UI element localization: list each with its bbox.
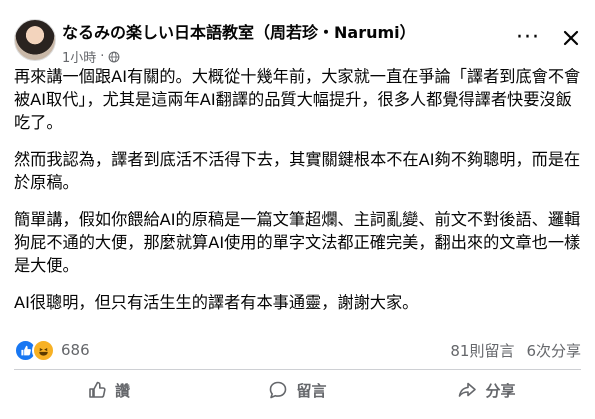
reactions-summary[interactable]: 686 bbox=[14, 338, 90, 362]
post-meta: 1小時 · bbox=[62, 47, 120, 66]
post-paragraph: 然而我認為，譯者到底活不活得下去，其實關鍵根本不在AI夠不夠聰明，而是在於原稿。 bbox=[14, 150, 581, 192]
post-paragraph: AI很聰明，但只有活生生的譯者有本事通靈，謝謝大家。 bbox=[14, 293, 419, 312]
avatar[interactable] bbox=[14, 19, 56, 61]
post-paragraph: 簡單講，假如你餵給AI的原稿是一篇文筆超爛、主詞亂變、前文不對後語、邏輯狗屁不通… bbox=[14, 210, 581, 275]
post-paragraph: 再來講一個跟AI有關的。大概從十幾年前，大家就一直在爭論「譯者到底會不會被AI取… bbox=[14, 67, 581, 132]
more-icon: ··· bbox=[516, 25, 540, 50]
comment-icon bbox=[270, 381, 287, 399]
share-label: 分享 bbox=[485, 381, 516, 400]
action-bar: 讚 留言 分享 bbox=[14, 371, 581, 409]
post-body: 再來講一個跟AI有關的。大概從十幾年前，大家就一直在爭論「譯者到底會不會被AI取… bbox=[14, 65, 584, 328]
post-header: なるみの楽しい日本語教室（周若珍・Narumi） 1小時 · ··· bbox=[14, 10, 595, 66]
haha-icon bbox=[32, 338, 55, 362]
post-time[interactable]: 1小時 bbox=[62, 47, 96, 66]
share-button[interactable]: 分享 bbox=[392, 371, 581, 409]
close-button[interactable] bbox=[557, 24, 585, 52]
share-count[interactable]: 6次分享 bbox=[526, 340, 581, 361]
comment-label: 留言 bbox=[296, 381, 327, 400]
more-options-button[interactable]: ··· bbox=[514, 24, 542, 52]
close-icon bbox=[563, 30, 579, 46]
reaction-count: 686 bbox=[61, 341, 90, 359]
like-label: 讚 bbox=[114, 381, 130, 400]
thumbs-up-icon bbox=[89, 381, 106, 398]
globe-icon bbox=[109, 51, 120, 62]
page-title[interactable]: なるみの楽しい日本語教室（周若珍・Narumi） bbox=[62, 19, 416, 43]
comment-button[interactable]: 留言 bbox=[203, 371, 392, 409]
comment-count[interactable]: 81則留言 bbox=[450, 340, 514, 361]
divider bbox=[14, 369, 581, 370]
like-button[interactable]: 讚 bbox=[14, 371, 203, 409]
post-stats: 686 81則留言 6次分享 bbox=[14, 338, 581, 362]
share-icon bbox=[459, 382, 477, 397]
